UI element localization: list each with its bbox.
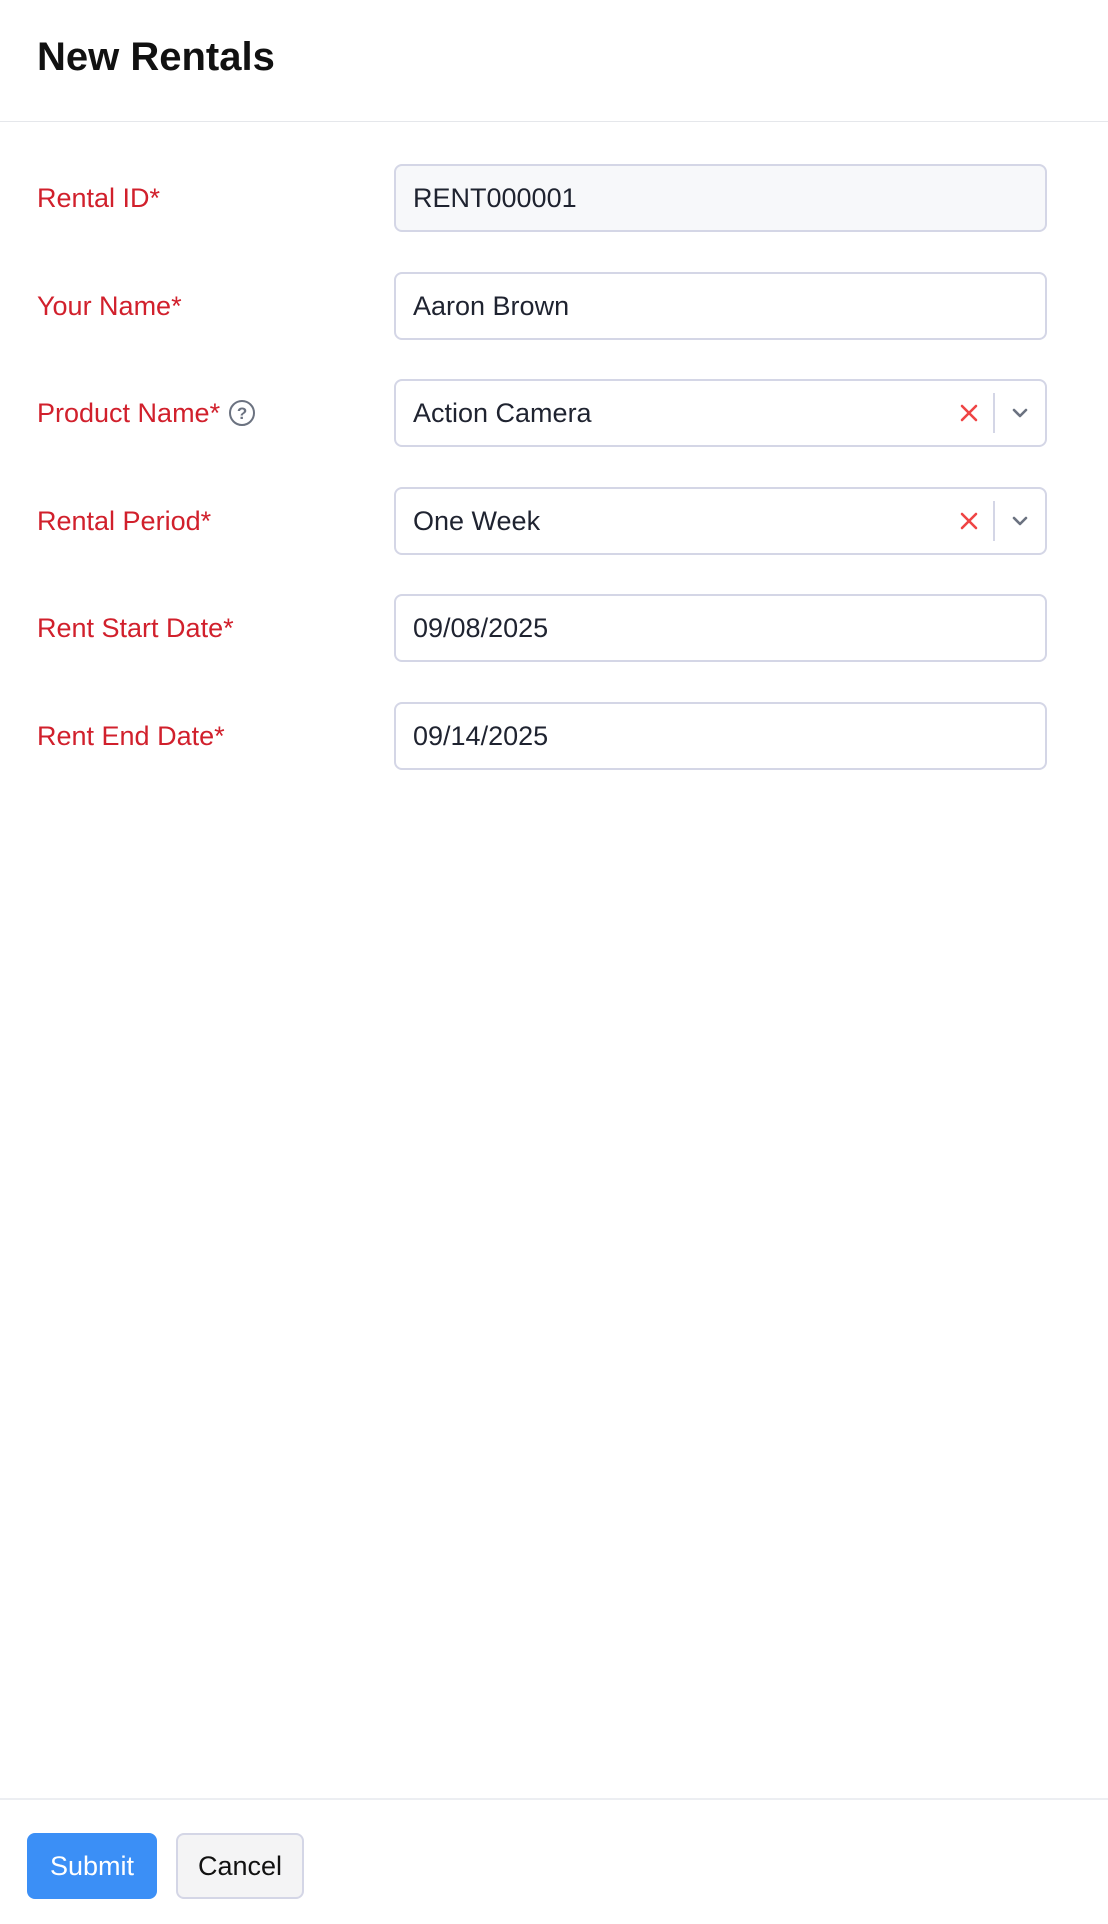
clear-icon[interactable] — [945, 381, 993, 445]
new-rentals-page: New Rentals Rental ID* RENT000001 Your N… — [0, 0, 1108, 1924]
rental-period-value: One Week — [413, 505, 541, 536]
form-row-rent-end-date: Rent End Date* 09/14/2025 — [0, 702, 1108, 770]
your-name-label: Your Name* — [37, 290, 182, 321]
rental-id-label: Rental ID* — [37, 182, 161, 213]
submit-button[interactable]: Submit — [27, 1833, 157, 1899]
chevron-down-icon[interactable] — [995, 489, 1045, 553]
page-title: New Rentals — [37, 35, 275, 79]
rent-start-date-field[interactable]: 09/08/2025 — [394, 594, 1047, 662]
rental-id-value: RENT000001 — [413, 182, 577, 213]
form-row-rent-start-date: Rent Start Date* 09/08/2025 — [0, 594, 1108, 662]
rental-period-label: Rental Period* — [37, 505, 212, 536]
product-name-label: Product Name* — [37, 397, 221, 428]
rent-end-date-field[interactable]: 09/14/2025 — [394, 702, 1047, 770]
your-name-field[interactable]: Aaron Brown — [394, 272, 1047, 340]
product-name-select[interactable]: Action Camera — [394, 379, 1047, 447]
form-row-rental-id: Rental ID* RENT000001 — [0, 164, 1108, 232]
product-name-label-wrap: Product Name* ? — [37, 379, 256, 447]
form-footer: Submit Cancel — [0, 1798, 1108, 1924]
form-row-your-name: Your Name* Aaron Brown — [0, 272, 1108, 340]
page-header: New Rentals — [0, 0, 1108, 122]
rental-id-field[interactable]: RENT000001 — [394, 164, 1047, 232]
form-row-rental-period: Rental Period* One Week — [0, 487, 1108, 555]
help-icon[interactable]: ? — [229, 400, 256, 426]
clear-icon[interactable] — [945, 489, 993, 553]
form-row-product-name: Product Name* ? Action Camera — [0, 379, 1108, 447]
rental-period-select[interactable]: One Week — [394, 487, 1047, 555]
rent-start-date-value: 09/08/2025 — [413, 612, 549, 643]
chevron-down-icon[interactable] — [995, 381, 1045, 445]
product-name-value: Action Camera — [413, 397, 592, 428]
rent-end-date-label: Rent End Date* — [37, 720, 225, 751]
rent-start-date-label: Rent Start Date* — [37, 612, 234, 643]
rent-end-date-value: 09/14/2025 — [413, 720, 549, 751]
cancel-button[interactable]: Cancel — [176, 1833, 304, 1899]
your-name-value: Aaron Brown — [413, 290, 570, 321]
